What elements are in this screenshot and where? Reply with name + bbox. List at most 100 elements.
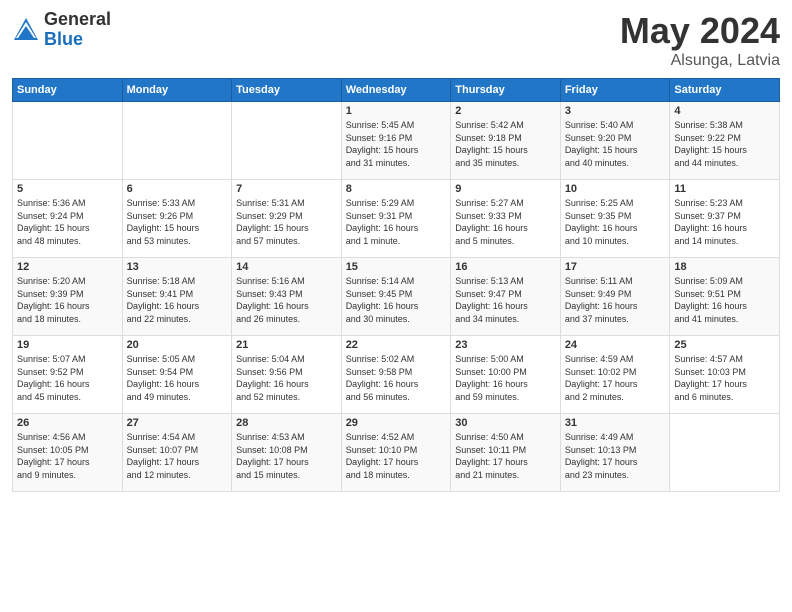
logo-icon (12, 16, 40, 44)
calendar-cell (670, 414, 780, 492)
logo-blue: Blue (44, 30, 111, 50)
calendar-cell: 6 Sunrise: 5:33 AM Sunset: 9:26 PM Daylig… (122, 180, 232, 258)
day-info: Sunrise: 5:33 AM Sunset: 9:26 PM Dayligh… (127, 197, 228, 247)
day-info: Sunrise: 5:38 AM Sunset: 9:22 PM Dayligh… (674, 119, 775, 169)
day-number: 11 (674, 183, 775, 195)
day-info: Sunrise: 5:27 AM Sunset: 9:33 PM Dayligh… (455, 197, 556, 247)
calendar-cell: 27 Sunrise: 4:54 AM Sunset: 10:07 PM Dayl… (122, 414, 232, 492)
title-month: May 2024 (620, 10, 780, 52)
day-info: Sunrise: 5:05 AM Sunset: 9:54 PM Dayligh… (127, 353, 228, 403)
calendar-week-3: 12 Sunrise: 5:20 AM Sunset: 9:39 PM Dayli… (13, 258, 780, 336)
day-number: 21 (236, 339, 337, 351)
day-number: 23 (455, 339, 556, 351)
day-number: 9 (455, 183, 556, 195)
day-info: Sunrise: 5:36 AM Sunset: 9:24 PM Dayligh… (17, 197, 118, 247)
day-info: Sunrise: 5:23 AM Sunset: 9:37 PM Dayligh… (674, 197, 775, 247)
calendar-week-2: 5 Sunrise: 5:36 AM Sunset: 9:24 PM Daylig… (13, 180, 780, 258)
header-tuesday: Tuesday (232, 79, 342, 102)
day-info: Sunrise: 5:09 AM Sunset: 9:51 PM Dayligh… (674, 275, 775, 325)
day-number: 15 (346, 261, 447, 273)
calendar-cell: 15 Sunrise: 5:14 AM Sunset: 9:45 PM Dayli… (341, 258, 451, 336)
calendar-cell: 30Sunrise: 4:50 AM Sunset: 10:11 PM Dayl… (451, 414, 561, 492)
day-info: Sunrise: 5:18 AM Sunset: 9:41 PM Dayligh… (127, 275, 228, 325)
calendar-cell: 23 Sunrise: 5:00 AM Sunset: 10:00 PM Dayl… (451, 336, 561, 414)
day-number: 8 (346, 183, 447, 195)
day-info: Sunrise: 4:52 AM Sunset: 10:10 PM Daylig… (346, 431, 447, 481)
day-info: Sunrise: 4:53 AM Sunset: 10:08 PM Daylig… (236, 431, 337, 481)
day-number: 24 (565, 339, 666, 351)
day-number: 2 (455, 105, 556, 117)
header-sunday: Sunday (13, 79, 123, 102)
day-info: Sunrise: 5:00 AM Sunset: 10:00 PM Daylig… (455, 353, 556, 403)
day-number: 20 (127, 339, 228, 351)
header-row: Sunday Monday Tuesday Wednesday Thursday… (13, 79, 780, 102)
day-info: Sunrise: 4:56 AM Sunset: 10:05 PM Daylig… (17, 431, 118, 481)
calendar-cell: 4 Sunrise: 5:38 AM Sunset: 9:22 PM Daylig… (670, 102, 780, 180)
day-number: 1 (346, 105, 447, 117)
calendar-header: Sunday Monday Tuesday Wednesday Thursday… (13, 79, 780, 102)
logo-general: General (44, 10, 111, 30)
calendar-cell: 10Sunrise: 5:25 AM Sunset: 9:35 PM Dayli… (560, 180, 670, 258)
day-number: 3 (565, 105, 666, 117)
calendar-body: 1 Sunrise: 5:45 AM Sunset: 9:16 PM Daylig… (13, 102, 780, 492)
day-info: Sunrise: 4:54 AM Sunset: 10:07 PM Daylig… (127, 431, 228, 481)
calendar-cell: 20 Sunrise: 5:05 AM Sunset: 9:54 PM Dayli… (122, 336, 232, 414)
calendar-table: Sunday Monday Tuesday Wednesday Thursday… (12, 78, 780, 492)
calendar-cell: 21 Sunrise: 5:04 AM Sunset: 9:56 PM Dayli… (232, 336, 342, 414)
calendar-cell: 3Sunrise: 5:40 AM Sunset: 9:20 PM Daylig… (560, 102, 670, 180)
calendar-cell: 29 Sunrise: 4:52 AM Sunset: 10:10 PM Dayl… (341, 414, 451, 492)
day-info: Sunrise: 5:31 AM Sunset: 9:29 PM Dayligh… (236, 197, 337, 247)
day-info: Sunrise: 5:11 AM Sunset: 9:49 PM Dayligh… (565, 275, 666, 325)
day-info: Sunrise: 5:25 AM Sunset: 9:35 PM Dayligh… (565, 197, 666, 247)
day-number: 26 (17, 417, 118, 429)
header: General Blue May 2024 Alsunga, Latvia (12, 10, 780, 70)
title-block: May 2024 Alsunga, Latvia (620, 10, 780, 70)
header-saturday: Saturday (670, 79, 780, 102)
calendar-cell: 24 Sunrise: 4:59 AM Sunset: 10:02 PM Dayl… (560, 336, 670, 414)
day-info: Sunrise: 5:20 AM Sunset: 9:39 PM Dayligh… (17, 275, 118, 325)
day-info: Sunrise: 5:16 AM Sunset: 9:43 PM Dayligh… (236, 275, 337, 325)
calendar-cell: 8 Sunrise: 5:29 AM Sunset: 9:31 PM Daylig… (341, 180, 451, 258)
header-wednesday: Wednesday (341, 79, 451, 102)
calendar-cell: 26 Sunrise: 4:56 AM Sunset: 10:05 PM Dayl… (13, 414, 123, 492)
calendar-cell: 28 Sunrise: 4:53 AM Sunset: 10:08 PM Dayl… (232, 414, 342, 492)
day-number: 13 (127, 261, 228, 273)
calendar-cell: 2Sunrise: 5:42 AM Sunset: 9:18 PM Daylig… (451, 102, 561, 180)
day-info: Sunrise: 5:45 AM Sunset: 9:16 PM Dayligh… (346, 119, 447, 169)
day-info: Sunrise: 5:29 AM Sunset: 9:31 PM Dayligh… (346, 197, 447, 247)
calendar-cell: 13 Sunrise: 5:18 AM Sunset: 9:41 PM Dayli… (122, 258, 232, 336)
day-info: Sunrise: 4:50 AM Sunset: 10:11 PM Daylig… (455, 431, 556, 481)
day-info: Sunrise: 4:49 AM Sunset: 10:13 PM Daylig… (565, 431, 666, 481)
day-info: Sunrise: 5:14 AM Sunset: 9:45 PM Dayligh… (346, 275, 447, 325)
day-number: 28 (236, 417, 337, 429)
day-number: 4 (674, 105, 775, 117)
day-number: 12 (17, 261, 118, 273)
day-info: Sunrise: 5:07 AM Sunset: 9:52 PM Dayligh… (17, 353, 118, 403)
calendar-cell: 18Sunrise: 5:09 AM Sunset: 9:51 PM Dayli… (670, 258, 780, 336)
day-number: 29 (346, 417, 447, 429)
day-info: Sunrise: 5:02 AM Sunset: 9:58 PM Dayligh… (346, 353, 447, 403)
calendar-cell: 5 Sunrise: 5:36 AM Sunset: 9:24 PM Daylig… (13, 180, 123, 258)
calendar-week-1: 1 Sunrise: 5:45 AM Sunset: 9:16 PM Daylig… (13, 102, 780, 180)
calendar-week-5: 26 Sunrise: 4:56 AM Sunset: 10:05 PM Dayl… (13, 414, 780, 492)
day-info: Sunrise: 5:13 AM Sunset: 9:47 PM Dayligh… (455, 275, 556, 325)
day-number: 31 (565, 417, 666, 429)
day-number: 17 (565, 261, 666, 273)
calendar-cell: 12 Sunrise: 5:20 AM Sunset: 9:39 PM Dayli… (13, 258, 123, 336)
calendar-cell: 1 Sunrise: 5:45 AM Sunset: 9:16 PM Daylig… (341, 102, 451, 180)
day-info: Sunrise: 4:59 AM Sunset: 10:02 PM Daylig… (565, 353, 666, 403)
day-info: Sunrise: 4:57 AM Sunset: 10:03 PM Daylig… (674, 353, 775, 403)
calendar-cell: 25Sunrise: 4:57 AM Sunset: 10:03 PM Dayl… (670, 336, 780, 414)
title-location: Alsunga, Latvia (620, 52, 780, 70)
day-number: 6 (127, 183, 228, 195)
day-info: Sunrise: 5:04 AM Sunset: 9:56 PM Dayligh… (236, 353, 337, 403)
day-number: 5 (17, 183, 118, 195)
calendar-cell: 19Sunrise: 5:07 AM Sunset: 9:52 PM Dayli… (13, 336, 123, 414)
calendar-cell: 11 Sunrise: 5:23 AM Sunset: 9:37 PM Dayli… (670, 180, 780, 258)
calendar-cell (232, 102, 342, 180)
day-number: 27 (127, 417, 228, 429)
day-number: 22 (346, 339, 447, 351)
calendar-week-4: 19Sunrise: 5:07 AM Sunset: 9:52 PM Dayli… (13, 336, 780, 414)
page: General Blue May 2024 Alsunga, Latvia Su… (0, 0, 792, 612)
header-friday: Friday (560, 79, 670, 102)
